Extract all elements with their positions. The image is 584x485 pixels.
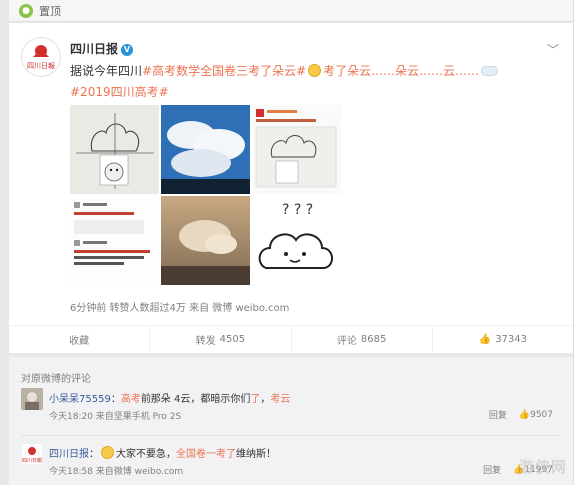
image-chat-screenshot[interactable] — [70, 196, 159, 285]
comment-time: 今天18:58 来自微博 weibo.com — [49, 467, 184, 477]
comment-separator: ： — [89, 449, 99, 460]
cloud-emoji-icon — [481, 66, 499, 76]
comment-like-count: 9507 — [530, 409, 553, 420]
comment-seg-4: ， — [260, 394, 271, 405]
smile-emoji-icon — [101, 446, 114, 459]
image-sunset-cloud[interactable] — [161, 196, 250, 285]
comment-count: 8685 — [360, 334, 387, 345]
comments-panel: 对原微博的评论 小呆呆75559：高考前那朵 4云，都暗示你们了，考云 今天18… — [9, 357, 573, 485]
avatar[interactable]: 四川日報 — [21, 37, 61, 77]
smile-emoji-icon — [308, 64, 322, 77]
comment-time: 今天18:20 来自坚果手机 Pro 2S — [49, 412, 182, 422]
collect-label: 收藏 — [69, 336, 90, 347]
pinned-header: ● 置顶 — [9, 0, 573, 22]
comment-seg-2: 全国卷一考了 — [176, 449, 236, 460]
commenter-avatar[interactable] — [21, 388, 43, 410]
thumbs-up-icon: 👍 — [518, 409, 531, 420]
image-exam-graph[interactable] — [70, 105, 159, 194]
like-button[interactable]: 👍 37343 — [433, 326, 573, 353]
comment-actions: 回复 👍9507 — [489, 408, 553, 422]
sichuan-daily-logo: 四川日報 — [27, 45, 55, 70]
comment-seg-1: 高考 — [120, 394, 141, 405]
svg-text:四川日報: 四川日報 — [27, 62, 55, 70]
comment-seg-5: 考云 — [270, 394, 291, 405]
comment-seg-2: 前那朵 4云，都暗示你们 — [140, 394, 251, 405]
repost-label: 转发 — [195, 336, 216, 347]
comment-line: 小呆呆75559：高考前那朵 4云，都暗示你们了，考云 — [49, 390, 290, 405]
thumbs-up-icon: 👍 — [478, 334, 492, 345]
post-author[interactable]: 四川日报 V — [70, 40, 134, 57]
repost-count: 4505 — [219, 334, 246, 345]
post-action-bar: 收藏 转发 4505 评论 8685 👍 37343 — [9, 325, 573, 353]
comment-line: 四川日报： 大家不要急，全国卷一考了维纳斯！ — [49, 445, 276, 460]
comment-seg-3: 了 — [250, 394, 261, 405]
svg-text:四川日報: 四川日報 — [22, 458, 42, 464]
image-screenshot-post[interactable] — [252, 105, 341, 194]
comment-seg-3: 维纳斯！ — [236, 449, 276, 460]
comment-button[interactable]: 评论 8685 — [292, 326, 433, 353]
comments-title: 对原微博的评论 — [21, 374, 91, 385]
hashtag-link-2[interactable]: #2019四川高考# — [70, 85, 169, 99]
post-text-part1: 据说今年四川 — [70, 64, 143, 78]
author-name[interactable]: 四川日报 — [70, 42, 118, 56]
comment-seg-1: 大家不要急， — [116, 449, 176, 460]
comment-separator: ： — [110, 394, 121, 405]
image-grid: ? ? ? — [70, 105, 342, 289]
hashtag-link[interactable]: #高考数学全国卷三考了朵云# — [142, 64, 306, 78]
right-side-rail — [573, 0, 584, 485]
like-count: 37343 — [495, 334, 527, 345]
weibo-post-card: 四川日報 四川日报 V ﹀ 据说今年四川#高考数学全国卷三考了朵云# 考了朵云……朵… — [9, 23, 573, 353]
comment-divider — [21, 435, 561, 436]
reply-button[interactable]: 回复 — [489, 408, 507, 421]
pin-icon: ● — [19, 3, 33, 18]
svg-text:? ? ?: ? ? ? — [282, 202, 313, 218]
post-text-part2: 考了朵云……朵云……云…… — [323, 64, 480, 78]
pin-label: 置顶 — [39, 4, 61, 18]
image-cloud-doodle[interactable]: ? ? ? — [252, 196, 341, 285]
site-watermark: 游侠网 — [518, 458, 567, 476]
post-meta: 6分钟前 转赞人数超过4万 来自 微博 weibo.com — [70, 303, 290, 314]
chevron-down-icon[interactable]: ﹀ — [547, 41, 559, 58]
comment-like-button[interactable]: 👍9507 — [519, 410, 553, 420]
commenter-avatar[interactable]: 四川日報 — [21, 443, 43, 465]
collect-button[interactable]: 收藏 — [9, 326, 151, 353]
repost-button[interactable]: 转发 4505 — [150, 326, 292, 353]
commenter-name[interactable]: 小呆呆75559 — [49, 394, 111, 405]
comment-label: 评论 — [336, 336, 357, 347]
feed-column: ● 置顶 四川日報 四川日报 V ﹀ 据说今年四川#高考数学全国卷三考了朵云# 考了… — [9, 0, 573, 485]
post-text: 据说今年四川#高考数学全国卷三考了朵云# 考了朵云……朵云……云…… #2019四… — [70, 61, 560, 103]
reply-button[interactable]: 回复 — [483, 463, 501, 476]
commenter-name[interactable]: 四川日报 — [49, 449, 89, 460]
image-cloud-sky[interactable] — [161, 105, 250, 194]
verified-icon: V — [121, 44, 134, 56]
